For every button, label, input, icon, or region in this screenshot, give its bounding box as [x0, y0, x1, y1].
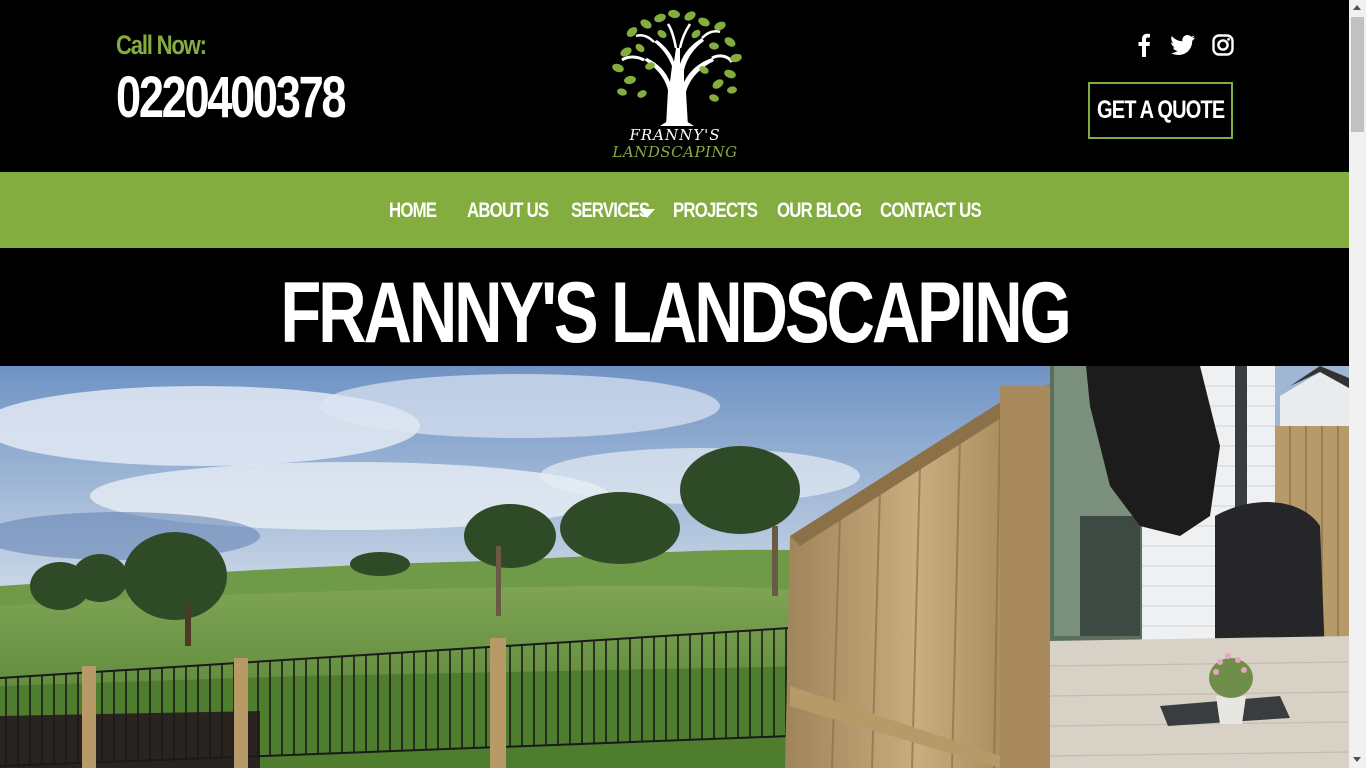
get-a-quote-button[interactable]: GET A QUOTE: [1088, 82, 1233, 139]
call-now-label: Call Now:: [116, 30, 207, 60]
hero-title-band: FRANNY'S LANDSCAPING: [0, 248, 1349, 366]
nav-item-services[interactable]: SERVICES: [571, 199, 650, 223]
instagram-icon[interactable]: [1211, 32, 1235, 58]
hero-title: FRANNY'S LANDSCAPING: [280, 265, 1071, 361]
project-photo-patio: [1050, 366, 1349, 768]
page-scrollbar[interactable]: [1349, 0, 1366, 768]
phone-number-link[interactable]: 0220400378: [116, 64, 347, 131]
facebook-icon[interactable]: [1134, 32, 1154, 58]
tree-logo-icon: [612, 9, 742, 126]
scroll-up-arrow-icon[interactable]: [1353, 5, 1361, 10]
site-logo[interactable]: FRANNY'S LANDSCAPING: [602, 8, 748, 164]
get-a-quote-label: GET A QUOTE: [1096, 96, 1225, 124]
logo-text-line2: LANDSCAPING: [612, 143, 738, 161]
nav-item-contact-us[interactable]: CONTACT US: [880, 199, 982, 223]
top-header: Call Now: 0220400378 FRANNY'S LANDSCAPIN…: [0, 0, 1349, 172]
nav-item-home[interactable]: HOME: [389, 199, 437, 223]
page: Call Now: 0220400378 FRANNY'S LANDSCAPIN…: [0, 0, 1349, 768]
project-photo-fence: [0, 366, 1050, 768]
scroll-down-arrow-icon[interactable]: [1353, 757, 1361, 762]
services-dropdown-caret-icon[interactable]: [639, 209, 655, 218]
nav-item-projects[interactable]: PROJECTS: [673, 199, 758, 223]
logo-text-line1: FRANNY'S: [629, 126, 721, 144]
main-nav: HOME ABOUT US SERVICES PROJECTS OUR BLOG…: [0, 172, 1349, 248]
nav-item-our-blog[interactable]: OUR BLOG: [777, 199, 862, 223]
twitter-icon[interactable]: [1170, 32, 1196, 58]
nav-item-about-us[interactable]: ABOUT US: [467, 199, 549, 223]
scrollbar-thumb[interactable]: [1351, 17, 1364, 132]
